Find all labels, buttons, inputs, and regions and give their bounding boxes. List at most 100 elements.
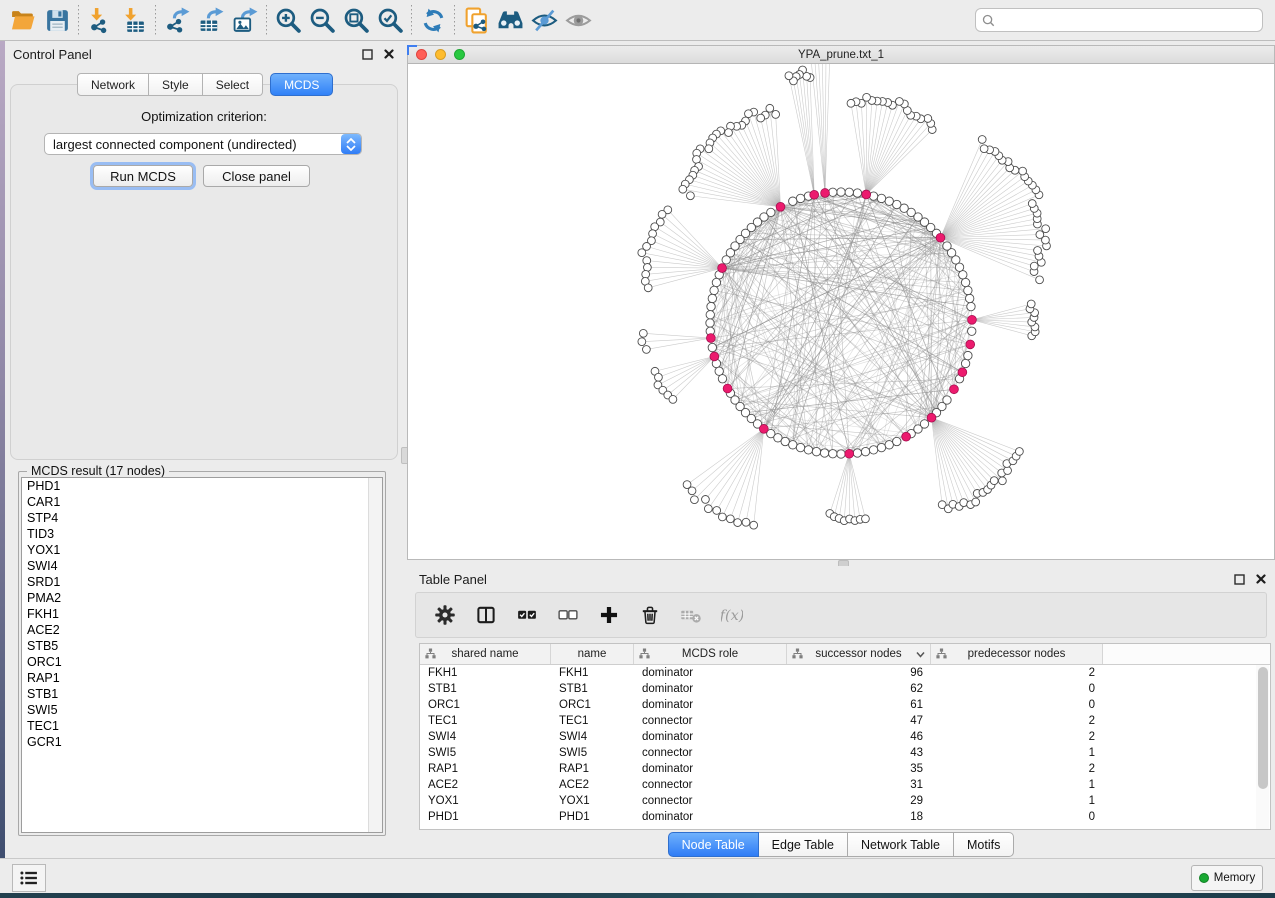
open-session-button[interactable] <box>6 4 40 36</box>
float-panel-icon[interactable] <box>359 47 375 61</box>
float-table-panel-icon[interactable] <box>1231 572 1247 586</box>
close-panel-icon[interactable] <box>381 47 397 61</box>
select-all-button[interactable] <box>510 598 544 632</box>
table-row[interactable]: ORC1ORC1dominator610 <box>420 697 1270 713</box>
deselect-all-button[interactable] <box>551 598 585 632</box>
mcds-result-item: STB1 <box>22 686 382 702</box>
cell-MCDS-role: dominator <box>634 763 787 775</box>
cell-name: SWI5 <box>551 747 634 759</box>
cell-predecessor-nodes: 2 <box>931 763 1103 775</box>
mcds-result-item: STB5 <box>22 638 382 654</box>
mcds-result-item: SWI4 <box>22 558 382 574</box>
zoom-in-button[interactable] <box>271 4 305 36</box>
function-button[interactable]: f(x) <box>715 598 749 632</box>
tab-node-table[interactable]: Node Table <box>668 832 759 857</box>
export-image-button[interactable] <box>228 4 262 36</box>
close-table-panel-icon[interactable] <box>1253 572 1269 586</box>
delete-table-button[interactable] <box>674 598 708 632</box>
result-list-scrollbar[interactable] <box>368 478 382 832</box>
zoom-selected-button[interactable] <box>373 4 407 36</box>
cell-MCDS-role: connector <box>634 795 787 807</box>
table-header-row: shared name nameMCDS rolesuccessor nodesp… <box>420 644 1270 665</box>
column-label: shared name <box>451 648 518 660</box>
memory-button[interactable]: Memory <box>1191 865 1263 891</box>
cell-MCDS-role: dominator <box>634 731 787 743</box>
cell-shared-name: PHD1 <box>420 811 551 823</box>
column-header-successor-nodes[interactable]: successor nodes <box>787 644 931 664</box>
column-header-MCDS-role[interactable]: MCDS role <box>634 644 787 664</box>
network-frame-titlebar[interactable]: YPA_prune.txt_1 <box>408 46 1274 64</box>
close-panel-button[interactable]: Close panel <box>203 165 310 187</box>
cell-name: PHD1 <box>551 811 634 823</box>
table-row[interactable]: SWI5SWI5connector431 <box>420 745 1270 761</box>
criterion-dropdown[interactable]: largest connected component (undirected) <box>44 133 362 155</box>
table-row[interactable]: RAP1RAP1dominator352 <box>420 761 1270 777</box>
first-neighbors-button[interactable] <box>493 4 527 36</box>
tab-edge-table[interactable]: Edge Table <box>759 832 848 857</box>
table-scrollbar[interactable] <box>1256 665 1269 829</box>
table-row[interactable]: SWI4SWI4dominator462 <box>420 729 1270 745</box>
hide-details-button[interactable] <box>527 4 561 36</box>
cell-predecessor-nodes: 1 <box>931 795 1103 807</box>
network-canvas[interactable] <box>408 64 1274 559</box>
import-network-button[interactable] <box>83 4 117 36</box>
main-toolbar <box>0 0 1275 41</box>
task-history-button[interactable] <box>12 864 46 892</box>
export-network-button[interactable] <box>160 4 194 36</box>
network-from-selection-button[interactable] <box>459 4 493 36</box>
memory-status-icon <box>1199 873 1209 883</box>
tab-select[interactable]: Select <box>203 73 263 96</box>
cell-successor-nodes: 18 <box>787 811 931 823</box>
cell-successor-nodes: 61 <box>787 699 931 711</box>
tab-mcds[interactable]: MCDS <box>270 73 333 96</box>
column-header-shared-name[interactable]: shared name <box>420 644 551 664</box>
cell-name: SWI4 <box>551 731 634 743</box>
refresh-button[interactable] <box>416 4 450 36</box>
minimize-window-icon[interactable] <box>435 49 446 60</box>
import-table-button[interactable] <box>117 4 151 36</box>
mcds-result-item: SWI5 <box>22 702 382 718</box>
mcds-result-list[interactable]: PHD1CAR1STP4TID3YOX1SWI4SRD1PMA2FKH1ACE2… <box>21 477 383 833</box>
table-row[interactable]: YOX1YOX1connector291 <box>420 793 1270 809</box>
delete-button[interactable] <box>633 598 667 632</box>
zoom-out-button[interactable] <box>305 4 339 36</box>
node-table: shared name nameMCDS rolesuccessor nodesp… <box>419 643 1271 830</box>
column-type-icon <box>936 648 947 659</box>
table-row[interactable]: ACE2ACE2connector311 <box>420 777 1270 793</box>
network-frame-title: YPA_prune.txt_1 <box>408 49 1274 61</box>
zoom-fit-button[interactable] <box>339 4 373 36</box>
tab-network-table[interactable]: Network Table <box>848 832 954 857</box>
tab-style[interactable]: Style <box>149 73 203 96</box>
add-button[interactable] <box>592 598 626 632</box>
zoom-in-icon <box>275 7 302 34</box>
select-all-icon <box>516 602 538 628</box>
export-table-button[interactable] <box>194 4 228 36</box>
maximize-window-icon[interactable] <box>454 49 465 60</box>
save-session-button[interactable] <box>40 4 74 36</box>
column-header-predecessor-nodes[interactable]: predecessor nodes <box>931 644 1103 664</box>
search-input[interactable] <box>995 12 1256 28</box>
toolbar-separator <box>411 5 412 35</box>
table-tabbar: Node TableEdge TableNetwork TableMotifs <box>407 832 1275 857</box>
save-session-icon <box>44 7 71 34</box>
status-bar: Memory <box>0 858 1275 893</box>
toolbar-separator <box>155 5 156 35</box>
table-row[interactable]: FKH1FKH1dominator962 <box>420 665 1270 681</box>
table-row[interactable]: TEC1TEC1connector472 <box>420 713 1270 729</box>
mcds-result-title: MCDS result (17 nodes) <box>27 464 169 478</box>
close-window-icon[interactable] <box>416 49 427 60</box>
table-row[interactable]: PHD1PHD1dominator180 <box>420 809 1270 825</box>
column-type-icon <box>639 648 650 659</box>
cell-predecessor-nodes: 0 <box>931 699 1103 711</box>
gear-button[interactable] <box>428 598 462 632</box>
table-scrollbar-thumb[interactable] <box>1258 667 1268 789</box>
column-header-name[interactable]: name <box>551 644 634 664</box>
export-table-icon <box>198 7 225 34</box>
tab-motifs[interactable]: Motifs <box>954 832 1014 857</box>
columns-button[interactable] <box>469 598 503 632</box>
tab-network[interactable]: Network <box>77 73 149 96</box>
search-box[interactable] <box>975 8 1263 32</box>
run-mcds-button[interactable]: Run MCDS <box>93 165 193 187</box>
table-row[interactable]: STB1STB1dominator620 <box>420 681 1270 697</box>
show-details-button[interactable] <box>561 4 595 36</box>
